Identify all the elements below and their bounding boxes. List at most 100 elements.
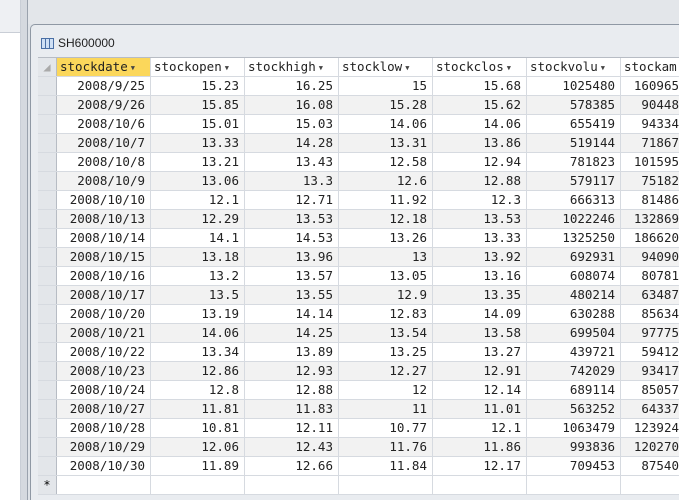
cell-stockclos[interactable]: 12.14 [433,381,527,399]
cell-stockopen[interactable]: 13.21 [151,153,245,171]
cell-stockvolu[interactable]: 1022246 [527,210,621,228]
cell-stockvolu[interactable]: 689114 [527,381,621,399]
cell-stockclos[interactable]: 13.33 [433,229,527,247]
cell-stockam[interactable]: 80781 [621,267,679,285]
table-row[interactable]: 2008/10/10 12.1 12.71 11.92 12.3 666313 81486 [38,191,679,210]
cell-stocklow[interactable]: 12.18 [339,210,433,228]
dropdown-arrow-icon[interactable]: ▼ [405,64,409,72]
row-selector[interactable] [38,191,57,209]
cell-stockopen[interactable]: 12.29 [151,210,245,228]
column-header-stockhigh[interactable]: stockhigh ▼ [245,58,339,76]
select-all-button[interactable]: ◢ [38,58,57,76]
cell-stockhigh[interactable]: 15.03 [245,115,339,133]
cell-stockvolu[interactable]: 579117 [527,172,621,190]
cell-stockam[interactable]: 85634 [621,305,679,323]
cell-stockopen[interactable]: 13.33 [151,134,245,152]
cell-stockam[interactable]: 81486 [621,191,679,209]
cell-stockam[interactable]: 71867 [621,134,679,152]
cell-stockopen[interactable]: 12.8 [151,381,245,399]
row-selector[interactable] [38,115,57,133]
cell-stockam[interactable]: 160965 [621,77,679,95]
cell-stockclos[interactable]: 12.94 [433,153,527,171]
cell-stockclos[interactable]: 12.3 [433,191,527,209]
cell-stocklow[interactable]: 11 [339,400,433,418]
table-row[interactable]: 2008/10/21 14.06 14.25 13.54 13.58 699504 9777… [38,324,679,343]
cell-stocklow[interactable]: 10.77 [339,419,433,437]
cell-stockhigh[interactable]: 14.28 [245,134,339,152]
cell-stockclos[interactable]: 15.62 [433,96,527,114]
cell-stocklow[interactable]: 12.83 [339,305,433,323]
dropdown-arrow-icon[interactable]: ▼ [507,64,511,72]
cell-stockdate[interactable]: 2008/10/8 [57,153,151,171]
cell-stockopen[interactable]: 13.19 [151,305,245,323]
cell-stockdate[interactable]: 2008/10/24 [57,381,151,399]
cell-stockdate[interactable]: 2008/10/15 [57,248,151,266]
cell-stockclos[interactable]: 13.53 [433,210,527,228]
empty-cell[interactable] [151,476,245,494]
table-row[interactable]: 2008/10/27 11.81 11.83 11 11.01 563252 64337 [38,400,679,419]
cell-stocklow[interactable]: 13.54 [339,324,433,342]
dropdown-arrow-icon[interactable]: ▼ [319,64,323,72]
row-selector[interactable] [38,96,57,114]
cell-stockam[interactable]: 97775 [621,324,679,342]
cell-stocklow[interactable]: 12.27 [339,362,433,380]
row-selector[interactable] [38,172,57,190]
row-selector[interactable] [38,343,57,361]
dropdown-arrow-icon[interactable]: ▼ [131,64,135,72]
table-row[interactable]: 2008/10/7 13.33 14.28 13.31 13.86 519144 71867 [38,134,679,153]
cell-stocklow[interactable]: 11.76 [339,438,433,456]
cell-stockclos[interactable]: 13.58 [433,324,527,342]
cell-stockopen[interactable]: 15.23 [151,77,245,95]
cell-stockclos[interactable]: 13.27 [433,343,527,361]
cell-stockam[interactable]: 64337 [621,400,679,418]
cell-stockvolu[interactable]: 993836 [527,438,621,456]
table-row[interactable]: 2008/9/26 15.85 16.08 15.28 15.62 578385 90448 [38,96,679,115]
table-row[interactable]: 2008/10/9 13.06 13.3 12.6 12.88 579117 75182 [38,172,679,191]
cell-stockhigh[interactable]: 12.71 [245,191,339,209]
cell-stockopen[interactable]: 14.06 [151,324,245,342]
table-row[interactable]: 2008/10/30 11.89 12.66 11.84 12.17 709453 8754… [38,457,679,476]
table-row[interactable]: 2008/10/13 12.29 13.53 12.18 13.53 1022246 132… [38,210,679,229]
cell-stockclos[interactable]: 11.01 [433,400,527,418]
cell-stockdate[interactable]: 2008/10/7 [57,134,151,152]
row-selector[interactable] [38,419,57,437]
cell-stocklow[interactable]: 13.25 [339,343,433,361]
cell-stockhigh[interactable]: 14.14 [245,305,339,323]
cell-stockdate[interactable]: 2008/10/28 [57,419,151,437]
cell-stockdate[interactable]: 2008/10/6 [57,115,151,133]
cell-stockam[interactable]: 123924 [621,419,679,437]
column-header-stockclos[interactable]: stockclos ▼ [433,58,527,76]
cell-stockhigh[interactable]: 13.43 [245,153,339,171]
cell-stockvolu[interactable]: 1025480 [527,77,621,95]
cell-stockclos[interactable]: 13.16 [433,267,527,285]
column-header-stockdate[interactable]: stockdate ▼ [57,58,151,76]
cell-stockclos[interactable]: 12.17 [433,457,527,475]
cell-stockopen[interactable]: 13.34 [151,343,245,361]
cell-stockhigh[interactable]: 11.83 [245,400,339,418]
table-row[interactable]: 2008/10/16 13.2 13.57 13.05 13.16 608074 80781 [38,267,679,286]
cell-stockhigh[interactable]: 13.55 [245,286,339,304]
row-selector[interactable] [38,267,57,285]
cell-stockvolu[interactable]: 699504 [527,324,621,342]
cell-stockvolu[interactable]: 439721 [527,343,621,361]
cell-stockam[interactable]: 90448 [621,96,679,114]
table-row[interactable]: 2008/10/28 10.81 12.11 10.77 12.1 1063479 1239… [38,419,679,438]
cell-stockclos[interactable]: 14.09 [433,305,527,323]
table-row[interactable]: 2008/9/25 15.23 16.25 15 15.68 1025480 160965 [38,77,679,96]
cell-stockvolu[interactable]: 666313 [527,191,621,209]
cell-stockvolu[interactable]: 563252 [527,400,621,418]
cell-stockam[interactable]: 94334 [621,115,679,133]
cell-stockhigh[interactable]: 12.43 [245,438,339,456]
cell-stockam[interactable]: 63487 [621,286,679,304]
cell-stockhigh[interactable]: 12.11 [245,419,339,437]
cell-stockdate[interactable]: 2008/10/27 [57,400,151,418]
cell-stockhigh[interactable]: 12.93 [245,362,339,380]
empty-cell[interactable] [339,476,433,494]
cell-stockopen[interactable]: 12.1 [151,191,245,209]
cell-stocklow[interactable]: 12.6 [339,172,433,190]
cell-stocklow[interactable]: 11.84 [339,457,433,475]
cell-stockhigh[interactable]: 16.25 [245,77,339,95]
cell-stockdate[interactable]: 2008/10/21 [57,324,151,342]
cell-stockhigh[interactable]: 14.53 [245,229,339,247]
cell-stockdate[interactable]: 2008/10/10 [57,191,151,209]
